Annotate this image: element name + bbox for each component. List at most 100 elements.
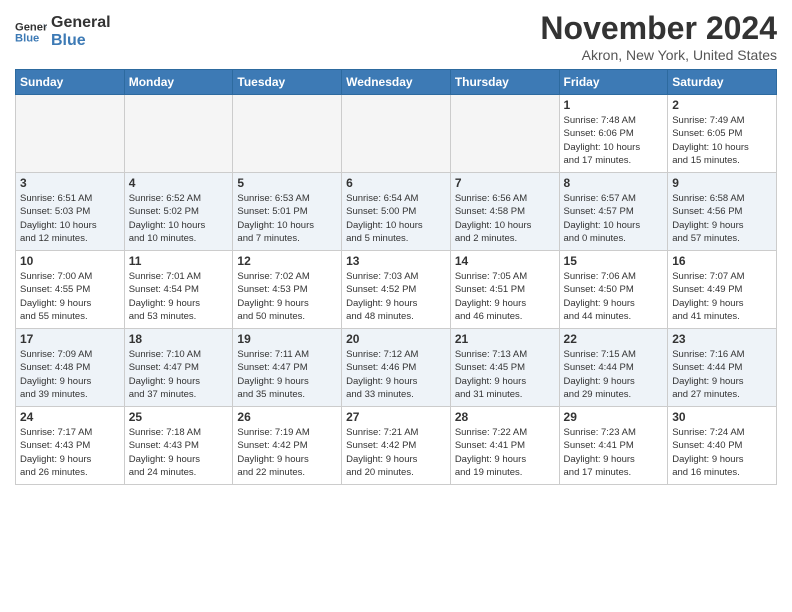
day-number: 11 (129, 254, 229, 268)
calendar-cell: 8Sunrise: 6:57 AM Sunset: 4:57 PM Daylig… (559, 173, 668, 251)
calendar-cell: 22 Sunrise: 7:15 AM Sunset: 4:44 PM Dayli… (559, 329, 668, 407)
day-info: Sunrise: 7:19 AM Sunset: 4:42 PM Dayligh… (237, 426, 337, 479)
day-info: Sunrise: 6:54 AM Sunset: 5:00 PM Dayligh… (346, 192, 446, 245)
day-number: 21 (455, 332, 555, 346)
week-row-3: 10 Sunrise: 7:00 AM Sunset: 4:55 PM Dayli… (16, 251, 777, 329)
header-row-days: SundayMondayTuesdayWednesdayThursdayFrid… (16, 70, 777, 95)
day-info: Sunrise: 7:01 AM Sunset: 4:54 PM Dayligh… (129, 270, 229, 323)
calendar-cell: 5 Sunrise: 6:53 AM Sunset: 5:01 PM Daylig… (233, 173, 342, 251)
calendar-cell: 3Sunrise: 6:51 AM Sunset: 5:03 PM Daylig… (16, 173, 125, 251)
week-row-5: 24Sunrise: 7:17 AM Sunset: 4:43 PM Dayli… (16, 407, 777, 485)
calendar-cell: 1Sunrise: 7:48 AM Sunset: 6:06 PM Daylig… (559, 95, 668, 173)
calendar-cell (16, 95, 125, 173)
day-number: 10 (20, 254, 120, 268)
day-number: 29 (564, 410, 664, 424)
calendar-cell: 2Sunrise: 7:49 AM Sunset: 6:05 PM Daylig… (668, 95, 777, 173)
day-info: Sunrise: 7:03 AM Sunset: 4:52 PM Dayligh… (346, 270, 446, 323)
day-header-tuesday: Tuesday (233, 70, 342, 95)
calendar-cell: 21 Sunrise: 7:13 AM Sunset: 4:45 PM Dayli… (450, 329, 559, 407)
day-header-friday: Friday (559, 70, 668, 95)
day-info: Sunrise: 7:12 AM Sunset: 4:46 PM Dayligh… (346, 348, 446, 401)
page-container: General Blue General Blue November 2024 … (0, 0, 792, 495)
svg-text:Blue: Blue (15, 32, 39, 44)
week-row-4: 17Sunrise: 7:09 AM Sunset: 4:48 PM Dayli… (16, 329, 777, 407)
day-info: Sunrise: 7:22 AM Sunset: 4:41 PM Dayligh… (455, 426, 555, 479)
logo-text-block: General Blue (51, 14, 111, 49)
calendar-table: SundayMondayTuesdayWednesdayThursdayFrid… (15, 69, 777, 485)
day-number: 15 (564, 254, 664, 268)
day-info: Sunrise: 6:52 AM Sunset: 5:02 PM Dayligh… (129, 192, 229, 245)
title-block: November 2024 Akron, New York, United St… (540, 10, 777, 63)
day-number: 9 (672, 176, 772, 190)
calendar-cell: 25 Sunrise: 7:18 AM Sunset: 4:43 PM Dayli… (124, 407, 233, 485)
calendar-cell: 9 Sunrise: 6:58 AM Sunset: 4:56 PM Daylig… (668, 173, 777, 251)
day-number: 13 (346, 254, 446, 268)
day-info: Sunrise: 7:00 AM Sunset: 4:55 PM Dayligh… (20, 270, 120, 323)
day-info: Sunrise: 6:53 AM Sunset: 5:01 PM Dayligh… (237, 192, 337, 245)
calendar-cell (450, 95, 559, 173)
day-number: 12 (237, 254, 337, 268)
day-number: 22 (564, 332, 664, 346)
day-number: 30 (672, 410, 772, 424)
calendar-cell: 6 Sunrise: 6:54 AM Sunset: 5:00 PM Daylig… (342, 173, 451, 251)
svg-text:General: General (15, 21, 47, 33)
day-info: Sunrise: 7:18 AM Sunset: 4:43 PM Dayligh… (129, 426, 229, 479)
day-info: Sunrise: 7:10 AM Sunset: 4:47 PM Dayligh… (129, 348, 229, 401)
calendar-cell: 24Sunrise: 7:17 AM Sunset: 4:43 PM Dayli… (16, 407, 125, 485)
calendar-cell: 12 Sunrise: 7:02 AM Sunset: 4:53 PM Dayli… (233, 251, 342, 329)
day-info: Sunrise: 7:21 AM Sunset: 4:42 PM Dayligh… (346, 426, 446, 479)
day-info: Sunrise: 7:05 AM Sunset: 4:51 PM Dayligh… (455, 270, 555, 323)
day-number: 19 (237, 332, 337, 346)
day-info: Sunrise: 7:07 AM Sunset: 4:49 PM Dayligh… (672, 270, 772, 323)
logo: General Blue General Blue (15, 14, 111, 49)
week-row-1: 1Sunrise: 7:48 AM Sunset: 6:06 PM Daylig… (16, 95, 777, 173)
calendar-cell (124, 95, 233, 173)
calendar-cell: 18 Sunrise: 7:10 AM Sunset: 4:47 PM Dayli… (124, 329, 233, 407)
calendar-cell: 19 Sunrise: 7:11 AM Sunset: 4:47 PM Dayli… (233, 329, 342, 407)
calendar-cell: 20 Sunrise: 7:12 AM Sunset: 4:46 PM Dayli… (342, 329, 451, 407)
day-info: Sunrise: 7:11 AM Sunset: 4:47 PM Dayligh… (237, 348, 337, 401)
day-number: 18 (129, 332, 229, 346)
day-number: 20 (346, 332, 446, 346)
day-number: 6 (346, 176, 446, 190)
day-info: Sunrise: 7:24 AM Sunset: 4:40 PM Dayligh… (672, 426, 772, 479)
calendar-cell: 26 Sunrise: 7:19 AM Sunset: 4:42 PM Dayli… (233, 407, 342, 485)
calendar-cell (342, 95, 451, 173)
day-info: Sunrise: 7:06 AM Sunset: 4:50 PM Dayligh… (564, 270, 664, 323)
day-header-monday: Monday (124, 70, 233, 95)
calendar-cell: 7Sunrise: 6:56 AM Sunset: 4:58 PM Daylig… (450, 173, 559, 251)
day-info: Sunrise: 6:58 AM Sunset: 4:56 PM Dayligh… (672, 192, 772, 245)
day-info: Sunrise: 7:48 AM Sunset: 6:06 PM Dayligh… (564, 114, 664, 167)
day-number: 26 (237, 410, 337, 424)
calendar-cell: 17Sunrise: 7:09 AM Sunset: 4:48 PM Dayli… (16, 329, 125, 407)
day-info: Sunrise: 7:13 AM Sunset: 4:45 PM Dayligh… (455, 348, 555, 401)
day-info: Sunrise: 7:15 AM Sunset: 4:44 PM Dayligh… (564, 348, 664, 401)
day-number: 5 (237, 176, 337, 190)
location: Akron, New York, United States (540, 47, 777, 63)
calendar-cell (233, 95, 342, 173)
day-info: Sunrise: 7:23 AM Sunset: 4:41 PM Dayligh… (564, 426, 664, 479)
day-header-saturday: Saturday (668, 70, 777, 95)
day-number: 28 (455, 410, 555, 424)
day-header-wednesday: Wednesday (342, 70, 451, 95)
day-number: 24 (20, 410, 120, 424)
week-row-2: 3Sunrise: 6:51 AM Sunset: 5:03 PM Daylig… (16, 173, 777, 251)
day-number: 17 (20, 332, 120, 346)
calendar-cell: 27 Sunrise: 7:21 AM Sunset: 4:42 PM Dayli… (342, 407, 451, 485)
calendar-cell: 23Sunrise: 7:16 AM Sunset: 4:44 PM Dayli… (668, 329, 777, 407)
day-number: 16 (672, 254, 772, 268)
day-info: Sunrise: 6:57 AM Sunset: 4:57 PM Dayligh… (564, 192, 664, 245)
day-info: Sunrise: 7:16 AM Sunset: 4:44 PM Dayligh… (672, 348, 772, 401)
calendar-cell: 4Sunrise: 6:52 AM Sunset: 5:02 PM Daylig… (124, 173, 233, 251)
calendar-cell: 15 Sunrise: 7:06 AM Sunset: 4:50 PM Dayli… (559, 251, 668, 329)
calendar-cell: 14Sunrise: 7:05 AM Sunset: 4:51 PM Dayli… (450, 251, 559, 329)
day-header-thursday: Thursday (450, 70, 559, 95)
day-info: Sunrise: 6:51 AM Sunset: 5:03 PM Dayligh… (20, 192, 120, 245)
header-row: General Blue General Blue November 2024 … (15, 10, 777, 63)
calendar-header: SundayMondayTuesdayWednesdayThursdayFrid… (16, 70, 777, 95)
day-info: Sunrise: 7:02 AM Sunset: 4:53 PM Dayligh… (237, 270, 337, 323)
day-number: 25 (129, 410, 229, 424)
day-number: 27 (346, 410, 446, 424)
calendar-cell: 28 Sunrise: 7:22 AM Sunset: 4:41 PM Dayli… (450, 407, 559, 485)
logo-line2: Blue (51, 32, 111, 50)
